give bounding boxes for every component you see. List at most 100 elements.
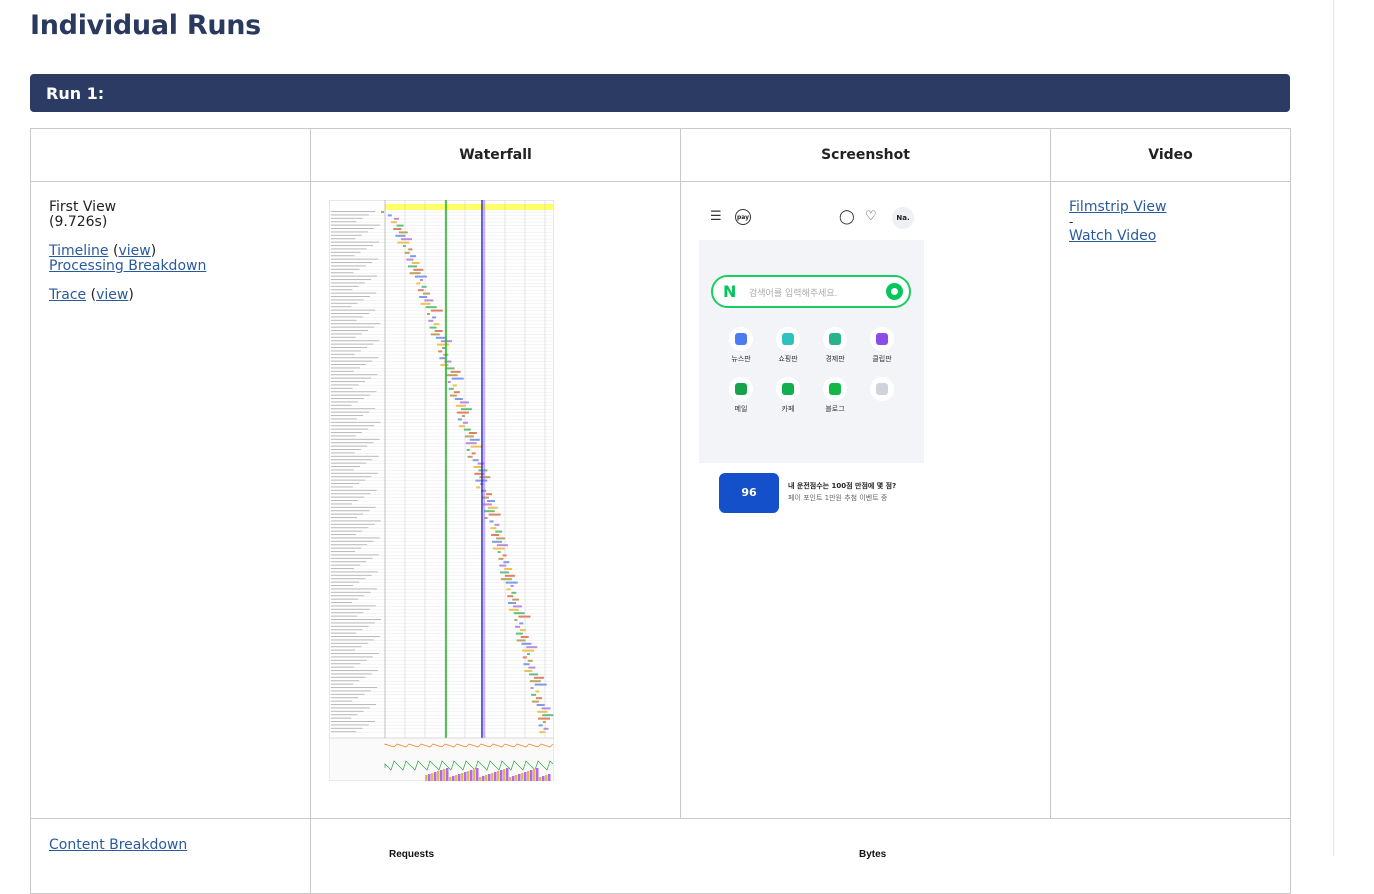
- waterfall-request-bar: [432, 316, 437, 319]
- column-header-waterfall: Waterfall: [310, 128, 681, 182]
- waterfall-url-label: [331, 442, 374, 444]
- waterfall-url-label: [331, 381, 365, 382]
- waterfall-url-label: [331, 374, 378, 376]
- waterfall-request-bar: [438, 350, 443, 353]
- service-tile-icon: [870, 327, 894, 351]
- first-view-time: (9.726s): [49, 214, 108, 230]
- processing-breakdown-link[interactable]: Processing Breakdown: [49, 258, 206, 274]
- waterfall-url-label: [331, 357, 379, 359]
- trace-link[interactable]: Trace: [49, 287, 86, 303]
- waterfall-url-label: [331, 309, 376, 311]
- waterfall-url-label: [331, 690, 371, 692]
- waterfall-url-label: [331, 224, 381, 226]
- waterfall-request-bar: [506, 588, 511, 591]
- waterfall-request-bar: [462, 421, 468, 424]
- waterfall-url-label: [331, 333, 362, 335]
- waterfall-url-label: [331, 680, 360, 682]
- waterfall-request-bar: [539, 731, 546, 734]
- timeline-view-link[interactable]: view: [118, 243, 150, 259]
- waterfall-image[interactable]: [328, 199, 555, 782]
- waterfall-request-bar: [422, 292, 430, 295]
- waterfall-request-bar: [474, 472, 485, 475]
- timeline-link[interactable]: Timeline: [49, 243, 109, 259]
- screenshot-cell: ☰ pay ◯ ♡ Na. N 검색어를 입력해주세요. 뉴스판 쇼핑판 경제판 클립…: [680, 181, 1051, 819]
- waterfall-url-label: [331, 432, 362, 433]
- waterfall-url-label: [331, 279, 371, 280]
- waterfall-url-label: [331, 619, 381, 620]
- waterfall-request-bar: [478, 469, 488, 472]
- waterfall-request-bar: [476, 486, 481, 489]
- content-breakdown-link[interactable]: Content Breakdown: [49, 837, 187, 853]
- waterfall-url-label: [331, 513, 364, 515]
- waterfall-url-label: [331, 544, 368, 546]
- waterfall-url-label: [331, 336, 356, 338]
- waterfall-url-label: [331, 347, 367, 348]
- waterfall-url-label: [331, 646, 362, 648]
- utilization-bar: [473, 769, 476, 781]
- trace-view-link[interactable]: view: [96, 287, 128, 303]
- utilization-bar: [446, 768, 449, 781]
- waterfall-url-label: [331, 255, 355, 257]
- service-tile-label: 뉴스판: [731, 355, 751, 363]
- utilization-bar: [443, 769, 446, 781]
- first-view-row: First View (9.726s) Timeline (view) Proc…: [30, 181, 1291, 819]
- waterfall-url-label: [331, 472, 378, 474]
- watch-video-link[interactable]: Watch Video: [1069, 229, 1290, 244]
- waterfall-request-bar: [452, 384, 457, 387]
- waterfall-request-bar: [381, 211, 384, 213]
- waterfall-request-bar: [427, 313, 431, 315]
- service-tile-icon: [776, 327, 800, 351]
- waterfall-url-label: [331, 571, 378, 573]
- waterfall-request-bar: [502, 554, 507, 557]
- waterfall-request-bar: [416, 282, 421, 285]
- waterfall-url-label: [331, 408, 376, 410]
- service-tile-label: 경제판: [825, 355, 845, 363]
- waterfall-url-label: [331, 489, 377, 491]
- service-tile: 블로그: [815, 377, 855, 413]
- waterfall-request-bar: [449, 394, 457, 397]
- waterfall-url-label: [331, 602, 352, 603]
- waterfall-url-label: [331, 683, 354, 685]
- waterfall-url-label: [331, 506, 376, 508]
- service-tile: 쇼핑판: [768, 327, 808, 363]
- waterfall-url-label: [331, 693, 365, 695]
- waterfall-request-bar: [425, 306, 437, 309]
- waterfall-highlight-row: [385, 204, 554, 210]
- service-tile: 뉴스판: [721, 327, 761, 363]
- waterfall-url-label: [331, 557, 373, 559]
- waterfall-request-bar: [526, 646, 538, 649]
- utilization-bar: [527, 771, 530, 781]
- waterfall-request-bar: [543, 727, 549, 730]
- waterfall-url-label: [331, 632, 357, 634]
- service-tile: [862, 377, 902, 405]
- waterfall-request-bar: [468, 432, 477, 434]
- waterfall-request-bar: [542, 714, 554, 717]
- waterfall-request-bar: [515, 632, 523, 635]
- utilization-bar: [458, 774, 461, 781]
- waterfall-url-label: [331, 234, 362, 236]
- waterfall-request-bar: [534, 683, 547, 686]
- waterfall-request-bar: [461, 415, 465, 417]
- waterfall-url-label: [331, 469, 354, 471]
- waterfall-url-label: [331, 642, 368, 644]
- filmstrip-view-link[interactable]: Filmstrip View: [1069, 200, 1290, 215]
- waterfall-url-label: [331, 561, 367, 563]
- waterfall-url-label: [331, 574, 372, 576]
- waterfall-request-bar: [505, 581, 518, 584]
- waterfall-request-bar: [489, 520, 494, 523]
- waterfall-request-bar: [469, 438, 480, 441]
- waterfall-url-label: [331, 649, 356, 651]
- utilization-bar: [509, 777, 512, 781]
- utilization-bar: [461, 773, 464, 781]
- waterfall-request-bar: [531, 700, 539, 703]
- screenshot-image[interactable]: ☰ pay ◯ ♡ Na. N 검색어를 입력해주세요. 뉴스판 쇼핑판 경제판 클립…: [699, 200, 924, 520]
- waterfall-request-bar: [434, 330, 443, 332]
- waterfall-request-bar: [404, 251, 410, 254]
- waterfall-request-bar: [518, 615, 531, 618]
- waterfall-url-label: [331, 540, 374, 542]
- utilization-bar: [542, 776, 545, 781]
- utilization-bar: [539, 777, 542, 781]
- waterfall-request-bar: [446, 374, 458, 377]
- waterfall-request-bar: [393, 217, 399, 220]
- waterfall-request-bar: [486, 493, 493, 496]
